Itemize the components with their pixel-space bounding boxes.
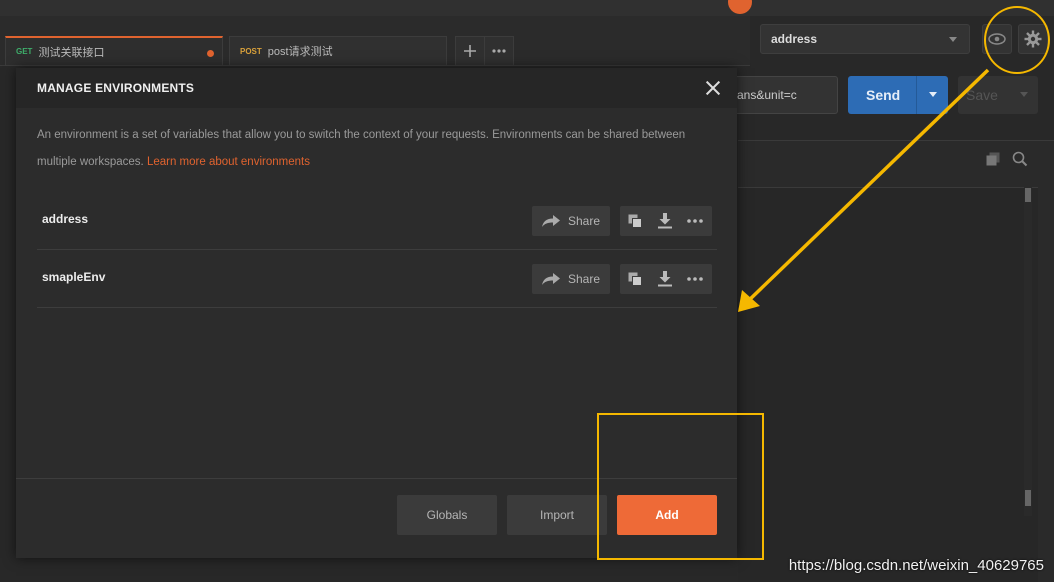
watermark: https://blog.csdn.net/weixin_40629765 bbox=[788, 557, 1044, 574]
annotation-arrow-icon bbox=[738, 68, 990, 312]
